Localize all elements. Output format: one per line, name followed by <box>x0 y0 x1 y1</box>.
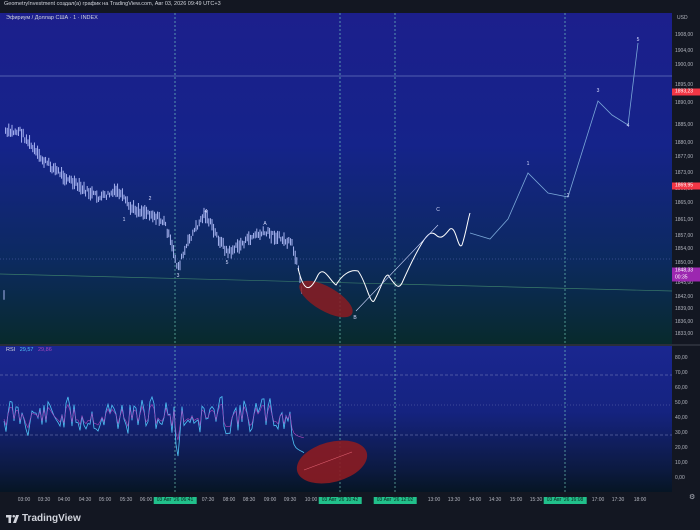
price-tick-label: 1865,00 <box>675 200 694 206</box>
price-candles <box>3 123 303 300</box>
price-tick-label: 1833,00 <box>675 331 694 337</box>
current-price-tag: 1848,33 <box>672 267 700 275</box>
time-tick-label: 05:30 <box>119 497 133 503</box>
rsi-highlight-ellipse <box>296 440 368 484</box>
symbol-title[interactable]: Эфириум / Доллар США · 1 · INDEX <box>6 15 98 21</box>
time-tick-label: 06:00 <box>139 497 153 503</box>
price-tick-label: 1857,00 <box>675 233 694 239</box>
price-tick-label: 1880,00 <box>675 140 694 146</box>
time-tick-label: 08:30 <box>242 497 256 503</box>
time-tick-label: 15:30 <box>529 497 543 503</box>
price-tick-label: 1895,00 <box>675 82 694 88</box>
price-tick-label: 1885,00 <box>675 122 694 128</box>
rsi-axis[interactable]: 80,00 70,00 60,00 50,00 40,00 30,00 20,00 10,00… <box>672 346 700 492</box>
rsi-tick-label: 40,00 <box>675 415 688 421</box>
time-tick-label: 04:30 <box>78 497 92 503</box>
rsi-value: 29,57 <box>19 347 34 353</box>
time-badge: 03 Авг '26 10:42 <box>318 497 362 504</box>
rsi-line <box>3 395 305 457</box>
wave-label: 5 <box>225 260 229 266</box>
wave-label: 2 <box>148 196 152 202</box>
price-tick-label: 1839,00 <box>675 306 694 312</box>
wave-label: B <box>353 315 357 321</box>
rsi-tick-label: 20,00 <box>675 445 688 451</box>
time-badge: 03 Авг '26 06:41 <box>153 497 197 504</box>
time-tick-label: 14:30 <box>488 497 502 503</box>
rsi-tick-label: 80,00 <box>675 355 688 361</box>
price-chart-canvas[interactable] <box>0 13 672 344</box>
rsi-tick-label: 60,00 <box>675 385 688 391</box>
price-tick-label: 1836,00 <box>675 319 694 325</box>
time-badge: 03 Авг '26 12:02 <box>373 497 417 504</box>
wave-label: 1 <box>122 217 126 223</box>
price-tick-label: 1900,00 <box>675 62 694 68</box>
price-tick-label: 1877,00 <box>675 154 694 160</box>
price-tick-label: 1861,00 <box>675 217 694 223</box>
chart-window: GeometryInvestment создал(а) график на T… <box>0 0 700 530</box>
rsi-tick-label: 50,00 <box>675 400 688 406</box>
time-tick-label: 03:30 <box>37 497 51 503</box>
price-tag-red: 1869,95 <box>672 182 700 190</box>
price-tick-label: 1904,00 <box>675 48 694 54</box>
time-tick-label: 05:00 <box>98 497 112 503</box>
rsi-tick-label: 30,00 <box>675 430 688 436</box>
wave-label: 4 <box>626 123 630 129</box>
time-tick-label: 03:00 <box>17 497 31 503</box>
countdown-tag: 00:35 <box>672 274 700 282</box>
price-tag-red: 1893,23 <box>672 88 700 96</box>
channel-line <box>355 224 439 312</box>
time-tick-label: 17:30 <box>611 497 625 503</box>
wave-projection <box>469 42 639 240</box>
wave-label: C <box>436 207 440 213</box>
footer: TradingView <box>0 508 700 530</box>
time-tick-label: 13:00 <box>427 497 441 503</box>
time-tick-label: 04:00 <box>57 497 71 503</box>
time-badge: 03 Авг '26 16:08 <box>543 497 587 504</box>
rsi-label: RSI <box>6 347 16 353</box>
brand-name: TradingView <box>22 513 81 524</box>
rsi-ma-value: 29,86 <box>38 347 52 353</box>
wave-label: 3 <box>596 88 600 94</box>
wave-label: 2 <box>566 193 570 199</box>
highlight-ellipse <box>299 280 353 318</box>
time-tick-label: 13:30 <box>447 497 461 503</box>
wave-label: 1 <box>526 161 530 167</box>
wave-label: 5 <box>636 37 640 43</box>
time-tick-label: 10:00 <box>304 497 318 503</box>
rsi-tick-label: 10,00 <box>675 460 688 466</box>
wave-label: 4 <box>204 209 208 215</box>
price-tick-label: 1850,00 <box>675 260 694 266</box>
wave-label: 3 <box>176 273 180 279</box>
price-pane[interactable]: 1 2 3 4 5 A B C 1 2 3 4 5 <box>0 13 672 344</box>
trend-line <box>0 273 672 292</box>
price-tick-label: 1854,00 <box>675 246 694 252</box>
gear-icon[interactable]: ⚙ <box>689 493 695 501</box>
rsi-title[interactable]: RSI 29,57 29,86 <box>6 347 55 353</box>
rsi-tick-label: 0,00 <box>675 475 685 481</box>
time-tick-label: 17:00 <box>591 497 605 503</box>
rsi-tick-label: 70,00 <box>675 370 688 376</box>
time-axis[interactable]: 03:00 03:30 04:00 04:30 05:00 05:30 06:00 07:30… <box>0 492 700 508</box>
price-axis[interactable]: USD 1908,00 1904,00 1900,00 1895,00 1890,00 1… <box>672 13 700 344</box>
rsi-chart-canvas[interactable] <box>0 346 672 492</box>
time-tick-label: 07:30 <box>201 497 215 503</box>
time-tick-label: 15:00 <box>509 497 523 503</box>
currency-label: USD <box>677 15 688 21</box>
time-tick-label: 09:30 <box>283 497 297 503</box>
price-tick-label: 1908,00 <box>675 32 694 38</box>
time-tick-label: 08:00 <box>222 497 236 503</box>
time-tick-label: 14:00 <box>468 497 482 503</box>
time-tick-label: 09:00 <box>263 497 277 503</box>
price-tick-label: 1873,00 <box>675 170 694 176</box>
price-tick-label: 1890,00 <box>675 100 694 106</box>
wave-label: A <box>263 221 267 227</box>
tradingview-logo-icon <box>6 515 19 523</box>
rsi-pane[interactable] <box>0 346 672 492</box>
time-tick-label: 18:00 <box>633 497 647 503</box>
price-tick-label: 1842,00 <box>675 294 694 300</box>
chart-caption: GeometryInvestment создал(а) график на T… <box>4 1 221 7</box>
